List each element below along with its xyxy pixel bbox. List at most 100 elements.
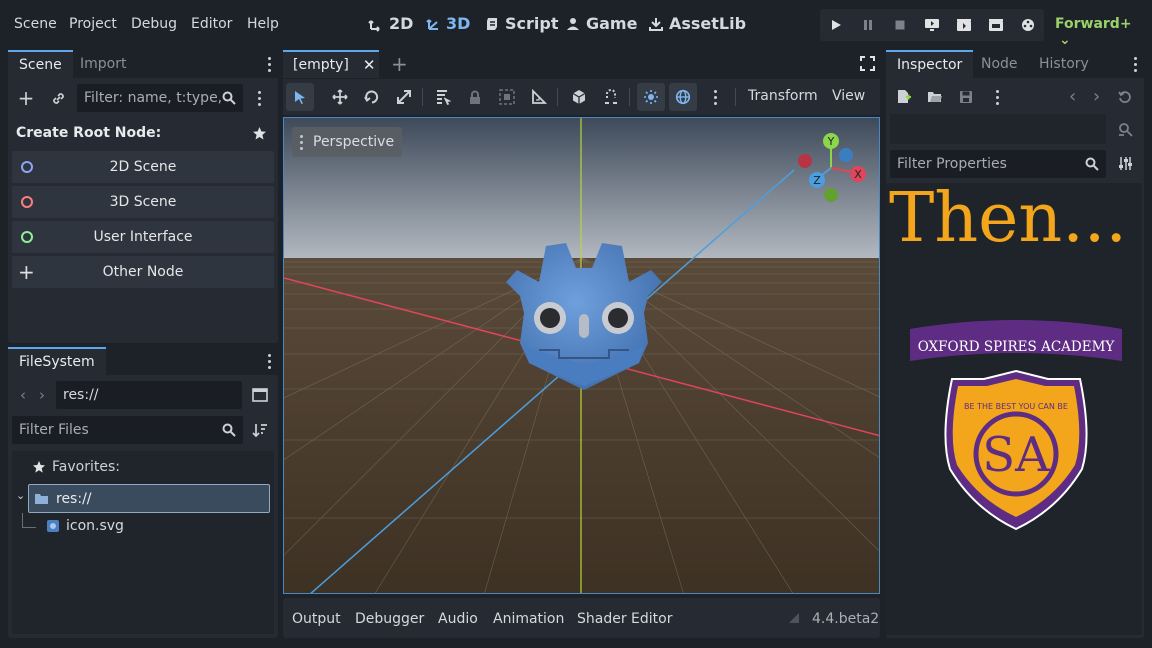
- gizmo-z-label: Z: [813, 174, 821, 187]
- 3d-scene-button[interactable]: 3D Scene: [12, 186, 274, 218]
- transform-menu[interactable]: Transform: [748, 88, 818, 104]
- back-icon[interactable]: ‹: [16, 385, 30, 405]
- tab-filesystem[interactable]: FileSystem: [8, 347, 106, 375]
- environment-menu-icon[interactable]: [714, 90, 718, 105]
- link-icon[interactable]: [48, 88, 68, 108]
- history-back-icon[interactable]: ‹: [1069, 86, 1076, 107]
- scene-tab-label: [empty]: [293, 57, 349, 73]
- scene-filter-menu-icon[interactable]: [258, 91, 262, 106]
- icon-svg-label: icon.svg: [66, 518, 124, 534]
- path-input[interactable]: res://: [56, 381, 242, 409]
- tab-animation[interactable]: Animation: [493, 611, 564, 627]
- workspace-game-button[interactable]: Game: [565, 14, 637, 33]
- renderer-selector[interactable]: Forward+ ⌄: [1055, 16, 1152, 48]
- tab-empty-scene[interactable]: [empty] ✕: [283, 50, 379, 78]
- lock-button[interactable]: [461, 83, 489, 111]
- tab-import[interactable]: Import: [69, 50, 137, 78]
- sun-preview-button[interactable]: [637, 83, 665, 111]
- forward-icon[interactable]: ›: [35, 385, 49, 405]
- filesystem-dock: FileSystem ‹ › res:// Filter Files Favor…: [8, 347, 278, 638]
- workspace-assetlib-button[interactable]: AssetLib: [648, 14, 746, 33]
- scene-filter-input[interactable]: Filter: name, t:type,: [77, 84, 243, 112]
- rotate-tool-button[interactable]: [358, 83, 386, 111]
- tab-scene[interactable]: Scene: [8, 50, 73, 78]
- tab-output[interactable]: Output: [292, 611, 341, 627]
- star-icon: [32, 460, 46, 473]
- other-node-button[interactable]: + Other Node: [12, 256, 274, 288]
- object-selector[interactable]: [890, 114, 1106, 144]
- neg-z-handle[interactable]: [839, 148, 853, 162]
- list-select-button[interactable]: [429, 83, 457, 111]
- remote-debug-button[interactable]: [916, 9, 948, 41]
- property-settings-icon[interactable]: [1118, 156, 1133, 171]
- res-folder-label: res://: [56, 490, 92, 507]
- scale-tool-button[interactable]: [390, 83, 418, 111]
- play-custom-scene-button[interactable]: [980, 9, 1012, 41]
- resource-menu-icon[interactable]: [996, 90, 1000, 105]
- tab-shader-editor[interactable]: Shader Editor: [577, 611, 672, 627]
- save-icon[interactable]: [959, 90, 973, 104]
- 3d-viewport[interactable]: Perspective Y X Z: [283, 117, 880, 594]
- menu-project[interactable]: Project: [69, 16, 117, 32]
- menu-editor[interactable]: Editor: [191, 16, 232, 32]
- workspace-script-button[interactable]: Script: [484, 14, 558, 33]
- local-space-button[interactable]: [565, 83, 593, 111]
- close-icon[interactable]: ✕: [363, 56, 376, 74]
- filesystem-menu-icon[interactable]: [268, 354, 272, 369]
- object-history-icon[interactable]: [1118, 90, 1132, 104]
- tab-history[interactable]: History: [1028, 50, 1100, 78]
- tab-node[interactable]: Node: [970, 50, 1029, 78]
- add-node-icon[interactable]: +: [16, 86, 36, 110]
- scene-dock-menu-icon[interactable]: [268, 57, 272, 72]
- group-button[interactable]: [493, 83, 521, 111]
- version-label[interactable]: 4.4.beta2: [812, 611, 879, 627]
- 2d-scene-button[interactable]: 2D Scene: [12, 151, 274, 183]
- filter-files-input[interactable]: Filter Files: [12, 416, 243, 444]
- snap-button[interactable]: [597, 83, 625, 111]
- collapse-arrow-icon[interactable]: ⌄: [16, 489, 25, 502]
- menu-scene[interactable]: Scene: [14, 16, 57, 32]
- neg-y-handle[interactable]: [824, 188, 838, 202]
- split-view-icon[interactable]: [251, 386, 269, 404]
- history-forward-icon[interactable]: ›: [1093, 86, 1100, 107]
- favorites-row[interactable]: Favorites:: [32, 459, 120, 475]
- user-interface-button[interactable]: User Interface: [12, 221, 274, 253]
- tab-audio[interactable]: Audio: [438, 611, 478, 627]
- filter-properties-input[interactable]: Filter Properties: [890, 150, 1106, 178]
- menu-debug[interactable]: Debug: [131, 16, 177, 32]
- inspector-menu-icon[interactable]: [1134, 57, 1138, 72]
- game-icon: [567, 17, 579, 30]
- neg-x-handle[interactable]: [798, 154, 812, 168]
- movie-maker-button[interactable]: [1012, 9, 1044, 41]
- workspace-3d-button[interactable]: 3D: [425, 14, 470, 33]
- overlay-then-text: Then...: [889, 179, 1128, 258]
- ruler-button[interactable]: [525, 83, 553, 111]
- pause-button[interactable]: [852, 9, 884, 41]
- globe-icon: [675, 89, 691, 105]
- stop-button[interactable]: [884, 9, 916, 41]
- add-tab-icon[interactable]: +: [391, 52, 408, 76]
- sort-icon[interactable]: [251, 421, 269, 439]
- favorites-star-icon[interactable]: [250, 124, 268, 142]
- view-gizmo[interactable]: Y X Z: [789, 130, 874, 210]
- open-folder-icon[interactable]: [927, 90, 943, 104]
- play-scene-button[interactable]: [948, 9, 980, 41]
- menu-help[interactable]: Help: [247, 16, 279, 32]
- documentation-icon[interactable]: [1118, 122, 1133, 137]
- icon-svg-row[interactable]: icon.svg: [46, 518, 124, 534]
- sun-icon: [644, 90, 658, 104]
- tree-line: [22, 527, 36, 528]
- perspective-button[interactable]: Perspective: [292, 127, 403, 157]
- workspace-2d-button[interactable]: 2D: [368, 14, 413, 33]
- res-folder-row[interactable]: res://: [28, 484, 270, 513]
- play-button[interactable]: [820, 9, 852, 41]
- new-resource-icon[interactable]: [896, 89, 911, 104]
- tab-debugger[interactable]: Debugger: [355, 611, 424, 627]
- view-menu[interactable]: View: [832, 88, 865, 104]
- tab-inspector[interactable]: Inspector: [886, 50, 974, 78]
- group-icon: [499, 89, 515, 105]
- move-tool-button[interactable]: [326, 83, 354, 111]
- select-tool-button[interactable]: [286, 83, 314, 111]
- environment-preview-button[interactable]: [669, 83, 697, 111]
- fullscreen-icon[interactable]: [860, 56, 875, 71]
